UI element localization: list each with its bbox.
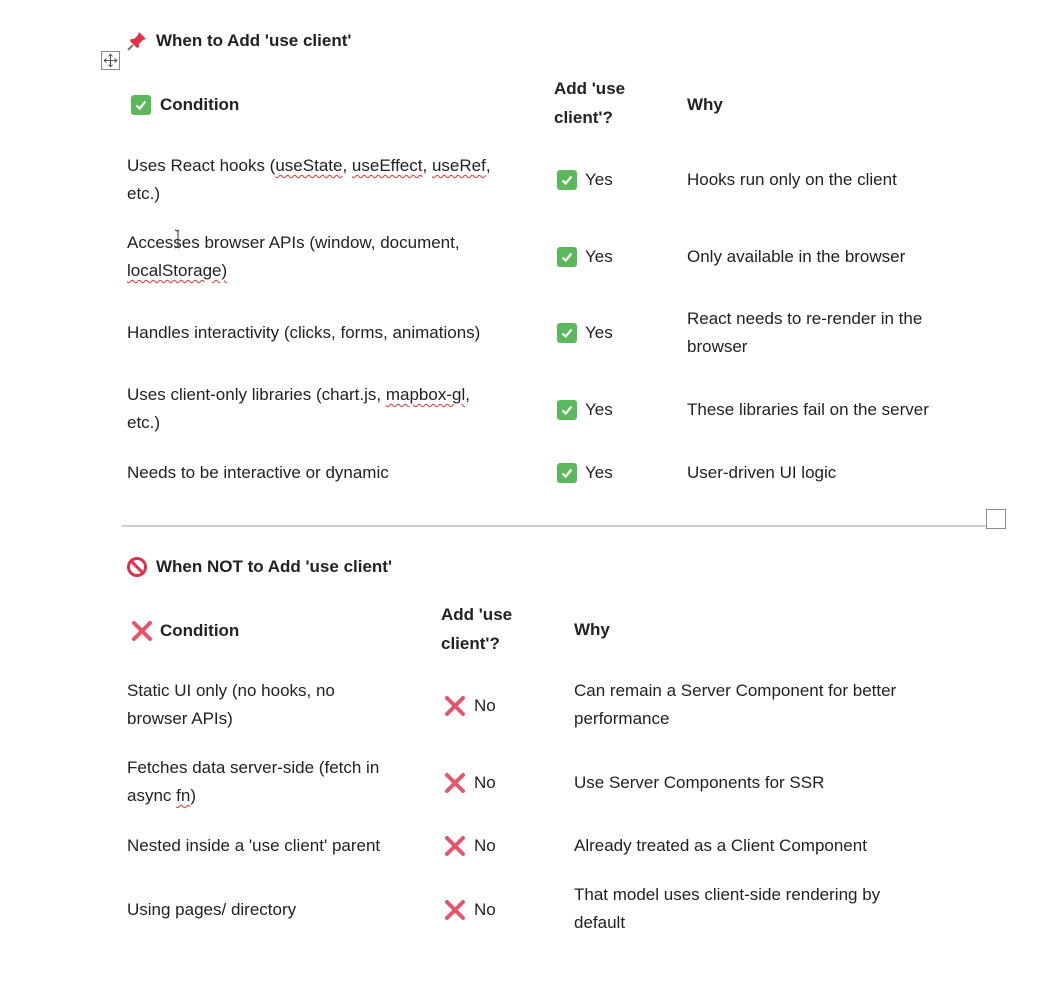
table1-header-add: Add 'use client'? — [554, 74, 625, 132]
table-row: Nested inside a 'use client' parent — [127, 836, 381, 855]
s2-row3-add: No — [444, 835, 496, 857]
header-condition-label: Condition — [160, 95, 240, 114]
row3-add: Yes — [557, 323, 613, 343]
table-resize-handle[interactable] — [986, 509, 1006, 529]
table2-header-condition: Condition — [131, 616, 239, 645]
row4-add: Yes — [557, 400, 613, 420]
table1-header-condition: Condition — [131, 90, 239, 119]
table-row: Uses client-only libraries (chart.js, ma… — [127, 385, 470, 432]
checkmark-icon — [557, 323, 577, 343]
cross-mark-icon — [445, 836, 465, 856]
misspelled-word[interactable]: useRef — [432, 156, 486, 175]
s2-row2-why: Use Server Components for SSR — [574, 773, 825, 792]
cross-mark-icon — [445, 900, 465, 920]
checkmark-icon — [131, 94, 151, 115]
header-condition-label: Condition — [160, 621, 240, 640]
s2-row4-why: That model uses client-side rendering by… — [574, 885, 881, 932]
misspelled-word[interactable]: localStorage) — [127, 261, 227, 280]
add-value: Yes — [585, 400, 613, 419]
checkmark-icon — [557, 170, 577, 190]
table-row: Fetches data server-side (fetch in async… — [127, 758, 380, 805]
prohibited-icon — [126, 556, 148, 578]
add-value: Yes — [585, 463, 613, 482]
row1-condition-line1: Uses React hooks (useState, useEffect, u… — [127, 156, 491, 175]
misspelled-word[interactable]: mapbox-gl — [386, 385, 465, 404]
row5-why: User-driven UI logic — [687, 463, 837, 482]
add-value: Yes — [585, 323, 613, 342]
table2-header-why: Why — [574, 620, 610, 639]
misspelled-word[interactable]: fn — [176, 786, 190, 805]
add-value: Yes — [585, 170, 613, 189]
add-value: No — [474, 900, 496, 919]
table-row: Using pages/ directory — [127, 900, 297, 919]
row4-why: These libraries fail on the server — [687, 400, 929, 419]
row1-why: Hooks run only on the client — [687, 170, 897, 189]
add-value: No — [474, 836, 496, 855]
row1-add: Yes — [557, 170, 613, 190]
s2-row4-add: No — [444, 899, 496, 921]
s2-row3-why: Already treated as a Client Component — [574, 836, 867, 855]
horizontal-divider — [122, 525, 987, 527]
s2-row1-why: Can remain a Server Component for better… — [574, 681, 897, 728]
row2-add: Yes — [557, 247, 613, 267]
pushpin-icon — [126, 30, 148, 52]
table-row: Needs to be interactive or dynamic — [127, 463, 389, 482]
header-add-line2: client'? — [554, 108, 613, 127]
add-value: No — [474, 696, 496, 715]
cross-mark-icon — [445, 696, 465, 716]
table-row: Uses React hooks (useState, useEffect, u… — [127, 152, 491, 208]
table-move-handle[interactable] — [101, 51, 120, 70]
misspelled-word[interactable]: useState — [275, 156, 342, 175]
add-value: Yes — [585, 247, 613, 266]
table1-header-why: Why — [687, 95, 723, 114]
checkmark-icon — [557, 400, 577, 420]
s2-row1-add: No — [444, 695, 496, 717]
s2-row2-add: No — [444, 772, 496, 794]
row2-why: Only available in the browser — [687, 247, 906, 266]
text-cursor-icon — [174, 229, 182, 249]
section2-heading: When NOT to Add 'use client' — [126, 556, 392, 578]
cross-mark-icon — [132, 620, 152, 641]
add-value: No — [474, 773, 496, 792]
checkmark-icon — [557, 463, 577, 483]
section1-heading: When to Add 'use client' — [126, 30, 351, 52]
move-arrows-icon — [103, 53, 118, 68]
row3-why: React needs to re-render in the browser — [687, 309, 923, 356]
table2-header-add: Add 'use client'? — [441, 605, 513, 653]
header-add-line1: Add 'use — [554, 79, 626, 98]
table-row: Static UI only (no hooks, no browser API… — [127, 681, 335, 728]
table-row: Handles interactivity (clicks, forms, an… — [127, 323, 481, 342]
cross-mark-icon — [445, 773, 465, 793]
misspelled-word[interactable]: useEffect — [352, 156, 423, 175]
row5-add: Yes — [557, 463, 613, 483]
checkmark-icon — [557, 247, 577, 267]
section1-title: When to Add 'use client' — [156, 31, 352, 50]
section2-title: When NOT to Add 'use client' — [156, 557, 393, 576]
row1-condition-line2: etc.) — [127, 184, 161, 203]
